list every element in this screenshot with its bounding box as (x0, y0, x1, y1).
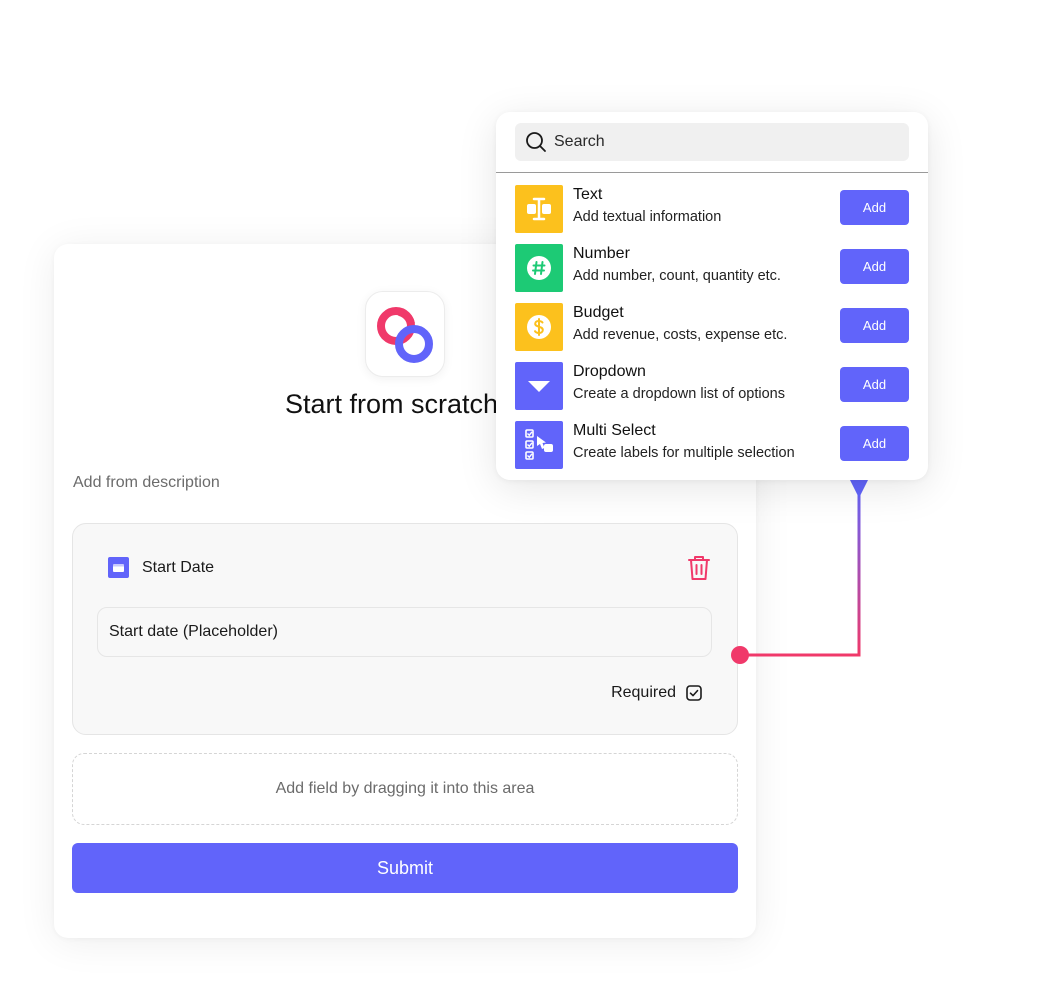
field-option-text[interactable]: Text Add textual information Add (515, 185, 909, 233)
checkbox-checked-icon[interactable] (686, 685, 702, 701)
option-title: Text (573, 186, 603, 203)
field-option-multi-select[interactable]: Multi Select Create labels for multiple … (515, 421, 909, 469)
app-logo (365, 291, 445, 377)
logo-icon (377, 307, 433, 363)
field-picker-popup: Search Text Add textual information Add … (496, 112, 928, 480)
hash-icon (515, 244, 563, 292)
option-title: Number (573, 245, 630, 262)
search-icon (526, 132, 546, 152)
add-from-description-link[interactable]: Add from description (73, 474, 220, 492)
search-input[interactable]: Search (515, 123, 909, 161)
add-multi-select-button[interactable]: Add (840, 426, 909, 461)
connector-line (740, 485, 861, 657)
add-budget-button[interactable]: Add (840, 308, 909, 343)
field-header: Start Date (108, 557, 214, 578)
connector-arrow (850, 480, 868, 498)
option-title: Budget (573, 304, 624, 321)
option-subtitle: Add number, count, quantity etc. (573, 268, 781, 284)
option-subtitle: Create labels for multiple selection (573, 445, 795, 461)
field-option-dropdown[interactable]: Dropdown Create a dropdown list of optio… (515, 362, 909, 410)
search-placeholder: Search (554, 133, 605, 150)
option-subtitle: Create a dropdown list of options (573, 386, 785, 402)
field-name: Start Date (142, 558, 215, 576)
option-title: Multi Select (573, 422, 656, 439)
field-block-start-date[interactable]: Start Date Start date (Placeholder) Requ… (72, 523, 738, 735)
option-subtitle: Add textual information (573, 209, 722, 225)
add-dropdown-button[interactable]: Add (840, 367, 909, 402)
trash-icon[interactable] (685, 553, 713, 583)
divider (496, 172, 928, 173)
add-text-button[interactable]: Add (840, 190, 909, 225)
option-title: Dropdown (573, 363, 646, 380)
field-option-budget[interactable]: Budget Add revenue, costs, expense etc. … (515, 303, 909, 351)
checklist-icon (515, 421, 563, 469)
text-cursor-icon (515, 185, 563, 233)
option-subtitle: Add revenue, costs, expense etc. (573, 327, 788, 343)
required-toggle[interactable]: Required (611, 684, 702, 702)
drop-zone[interactable]: Add field by dragging it into this area (72, 753, 738, 825)
dropdown-arrow-icon (515, 362, 563, 410)
field-option-number[interactable]: Number Add number, count, quantity etc. … (515, 244, 909, 292)
required-label: Required (611, 684, 676, 701)
calendar-icon (108, 557, 129, 578)
add-number-button[interactable]: Add (840, 249, 909, 284)
submit-button[interactable]: Submit (72, 843, 738, 893)
dollar-icon (515, 303, 563, 351)
placeholder-input[interactable]: Start date (Placeholder) (97, 607, 712, 657)
page-title: Start from scratch (285, 389, 499, 419)
